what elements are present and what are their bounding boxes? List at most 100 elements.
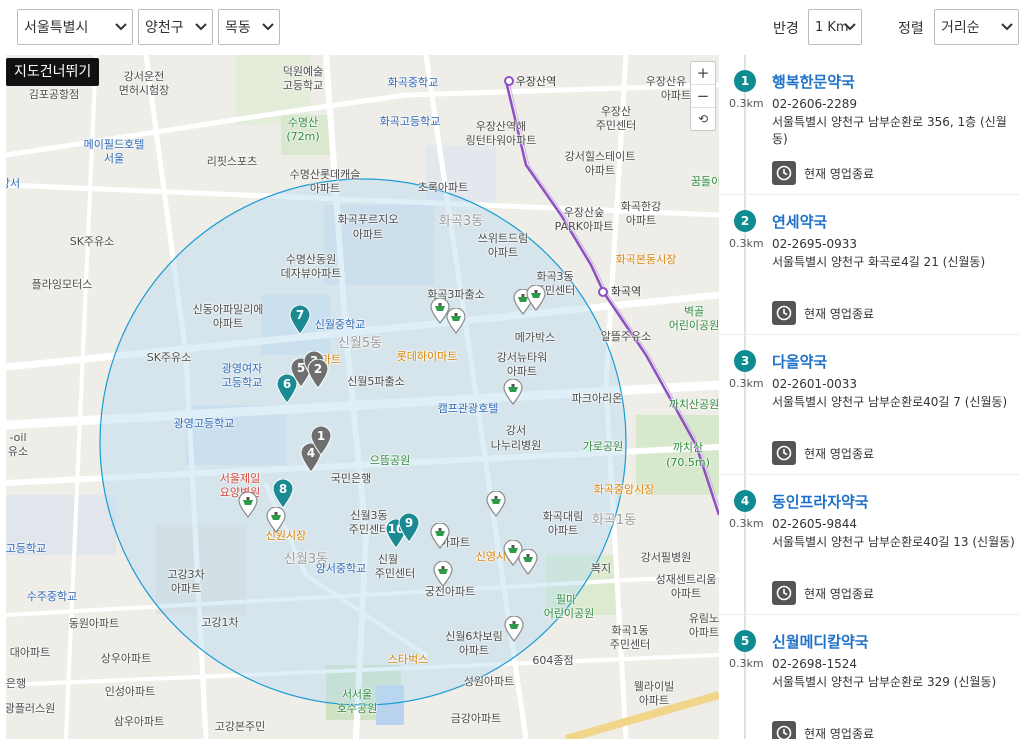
result-distance: 0.3km	[729, 657, 764, 670]
map-place-label: 까치산	[672, 441, 704, 454]
result-name-link[interactable]: 다올약국	[772, 351, 827, 372]
pharmacy-marker-icon[interactable]	[433, 560, 453, 591]
result-status: 현재 영업종료	[772, 721, 874, 739]
result-map-pin[interactable]: 8	[272, 478, 294, 509]
map-place-label: 아파트	[660, 89, 692, 102]
map-place-label: 화곡1동	[611, 624, 649, 637]
map-place-label: 광영여자	[221, 362, 263, 375]
map-place-label: 우장산역	[515, 75, 557, 88]
map-place-label: 까치산공원	[668, 398, 719, 411]
map-place-label: 우장산유	[645, 75, 687, 88]
sort-select[interactable]: 거리순	[934, 9, 1019, 45]
pharmacy-marker-icon[interactable]	[486, 490, 506, 521]
clock-icon	[772, 161, 796, 185]
dong-select[interactable]: 목동	[218, 9, 280, 45]
result-name-link[interactable]: 연세약국	[772, 211, 827, 232]
status-text: 현재 영업종료	[804, 446, 875, 461]
clock-icon	[772, 721, 796, 739]
pharmacy-marker-icon[interactable]	[504, 615, 524, 646]
district-select[interactable]: 양천구	[138, 9, 213, 45]
map-place-label: 광영고등학교	[173, 417, 235, 430]
map-place-label: 동원아파트	[68, 617, 120, 630]
result-number-badge: 5	[734, 630, 756, 652]
result-pin-number: 7	[295, 308, 305, 322]
map-view[interactable]: 강서운전 면허시험장 김포공항점 덕원예술 고등학교 화곡중학교 우장산역 우장산유 아파트 화곡…	[6, 55, 719, 739]
map-place-label: 양서중학교	[315, 562, 367, 575]
map-place-label: 아파트	[670, 587, 702, 600]
skip-map-button[interactable]: 지도건너뛰기	[6, 58, 100, 86]
map-place-label: 복지	[590, 562, 612, 575]
pharmacy-marker-icon[interactable]	[526, 284, 546, 315]
map-place-label: 강서뉴타워	[496, 351, 548, 364]
map-place-label: 아파트	[352, 228, 384, 241]
zoom-out-button[interactable]: −	[691, 85, 715, 108]
result-status: 현재 영업종료	[772, 301, 874, 325]
pharmacy-marker-icon[interactable]	[266, 506, 286, 537]
status-text: 현재 영업종료	[804, 586, 875, 601]
result-address: 서울특별시 양천구 남부순환로40길 13 (신월동)	[772, 535, 1015, 549]
map-place-label: 어린이공원	[543, 607, 595, 620]
result-pin-number: 9	[404, 516, 414, 530]
dong-select-value: 목동	[225, 20, 251, 36]
chevron-down-icon	[262, 23, 274, 31]
result-address: 서울특별시 양천구 남부순환로 356, 1층 (신월동)	[772, 115, 1007, 146]
result-item[interactable]: 4 0.3km 동인프라자약국 02-2605-9844 서울특별시 양천구 남부순환로…	[719, 475, 1019, 615]
pharmacy-marker-icon[interactable]	[446, 307, 466, 338]
radius-select[interactable]: 1 Km	[808, 9, 862, 45]
map-place-label: 강서힐스테이트	[564, 150, 636, 163]
result-pin-number: 1	[316, 429, 326, 443]
map-place-label: 유림노	[688, 612, 719, 625]
chevron-down-icon	[195, 23, 207, 31]
map-place-label: 호수공원	[336, 702, 378, 715]
map-place-label: 으뜸공원	[369, 454, 411, 467]
result-map-pin[interactable]: 9	[398, 512, 420, 543]
result-name-link[interactable]: 신월메디칼약국	[772, 631, 869, 652]
map-place-label: 링턴타워아파트	[465, 134, 537, 147]
map-place-label: 삼우아파트	[113, 715, 165, 728]
result-item[interactable]: 3 0.3km 다올약국 02-2601-0033 서울특별시 양천구 남부순환로40길…	[719, 335, 1019, 475]
map-place-label: 아파트	[212, 317, 244, 330]
result-map-pin[interactable]: 2	[307, 358, 329, 389]
reset-map-button[interactable]: ⟲	[691, 108, 715, 131]
result-map-pin[interactable]: 1	[310, 425, 332, 456]
map-place-label: 성재센트리움	[655, 573, 717, 586]
map-place-label: 화곡한강	[620, 200, 662, 213]
city-select-value: 서울특별시	[24, 20, 89, 36]
map-place-label: 고등학교	[6, 542, 47, 555]
radius-label: 반경	[773, 21, 799, 37]
map-place-label: 성원아파트	[463, 675, 515, 688]
map-place-label: 신월6차보림	[445, 630, 503, 643]
map-place-label: 신월중학교	[314, 318, 366, 331]
pharmacy-marker-icon[interactable]	[518, 548, 538, 579]
map-place-label: 김포공항점	[28, 88, 80, 101]
city-select[interactable]: 서울특별시	[17, 9, 133, 45]
zoom-control: + − ⟲	[690, 61, 716, 131]
pharmacy-marker-icon[interactable]	[430, 522, 450, 553]
result-distance: 0.3km	[729, 517, 764, 530]
result-name-link[interactable]: 행복한문약국	[772, 71, 855, 92]
result-name-link[interactable]: 동인프라자약국	[772, 491, 869, 512]
result-item[interactable]: 1 0.3km 행복한문약국 02-2606-2289 서울특별시 양천구 남부순환로 …	[719, 55, 1019, 195]
map-place-label: 아파트	[506, 365, 538, 378]
map-place-label: 국민은행	[330, 472, 372, 485]
map-place-label: 스타벅스	[387, 653, 429, 666]
result-distance: 0.3km	[729, 97, 764, 110]
result-item[interactable]: 5 0.3km 신월메디칼약국 02-2698-1524 서울특별시 양천구 남부순환로…	[719, 615, 1019, 739]
result-item[interactable]: 2 0.3km 연세약국 02-2695-0933 서울특별시 양천구 화곡로4길 21…	[719, 195, 1019, 335]
map-place-label: 고강1차	[201, 616, 239, 629]
map-place-label: 수명산동원	[285, 253, 337, 266]
map-place-label: 알뜰주유소	[600, 330, 652, 343]
zoom-in-button[interactable]: +	[691, 62, 715, 85]
map-place-label: 고등학교	[282, 79, 324, 92]
map-place-label: 고강3차	[167, 568, 205, 581]
chevron-down-icon	[115, 23, 127, 31]
map-place-label: 플라잉모터스	[31, 278, 93, 291]
pharmacy-marker-icon[interactable]	[503, 378, 523, 409]
result-pin-number: 2	[313, 362, 323, 376]
map-place-label: 화곡고등학교	[379, 115, 441, 128]
map-place-label: 상우아파트	[100, 652, 152, 665]
status-text: 현재 영업종료	[804, 306, 875, 321]
map-place-label: 신월3동	[350, 509, 388, 522]
result-map-pin[interactable]: 7	[289, 304, 311, 335]
pharmacy-marker-icon[interactable]	[238, 491, 258, 522]
